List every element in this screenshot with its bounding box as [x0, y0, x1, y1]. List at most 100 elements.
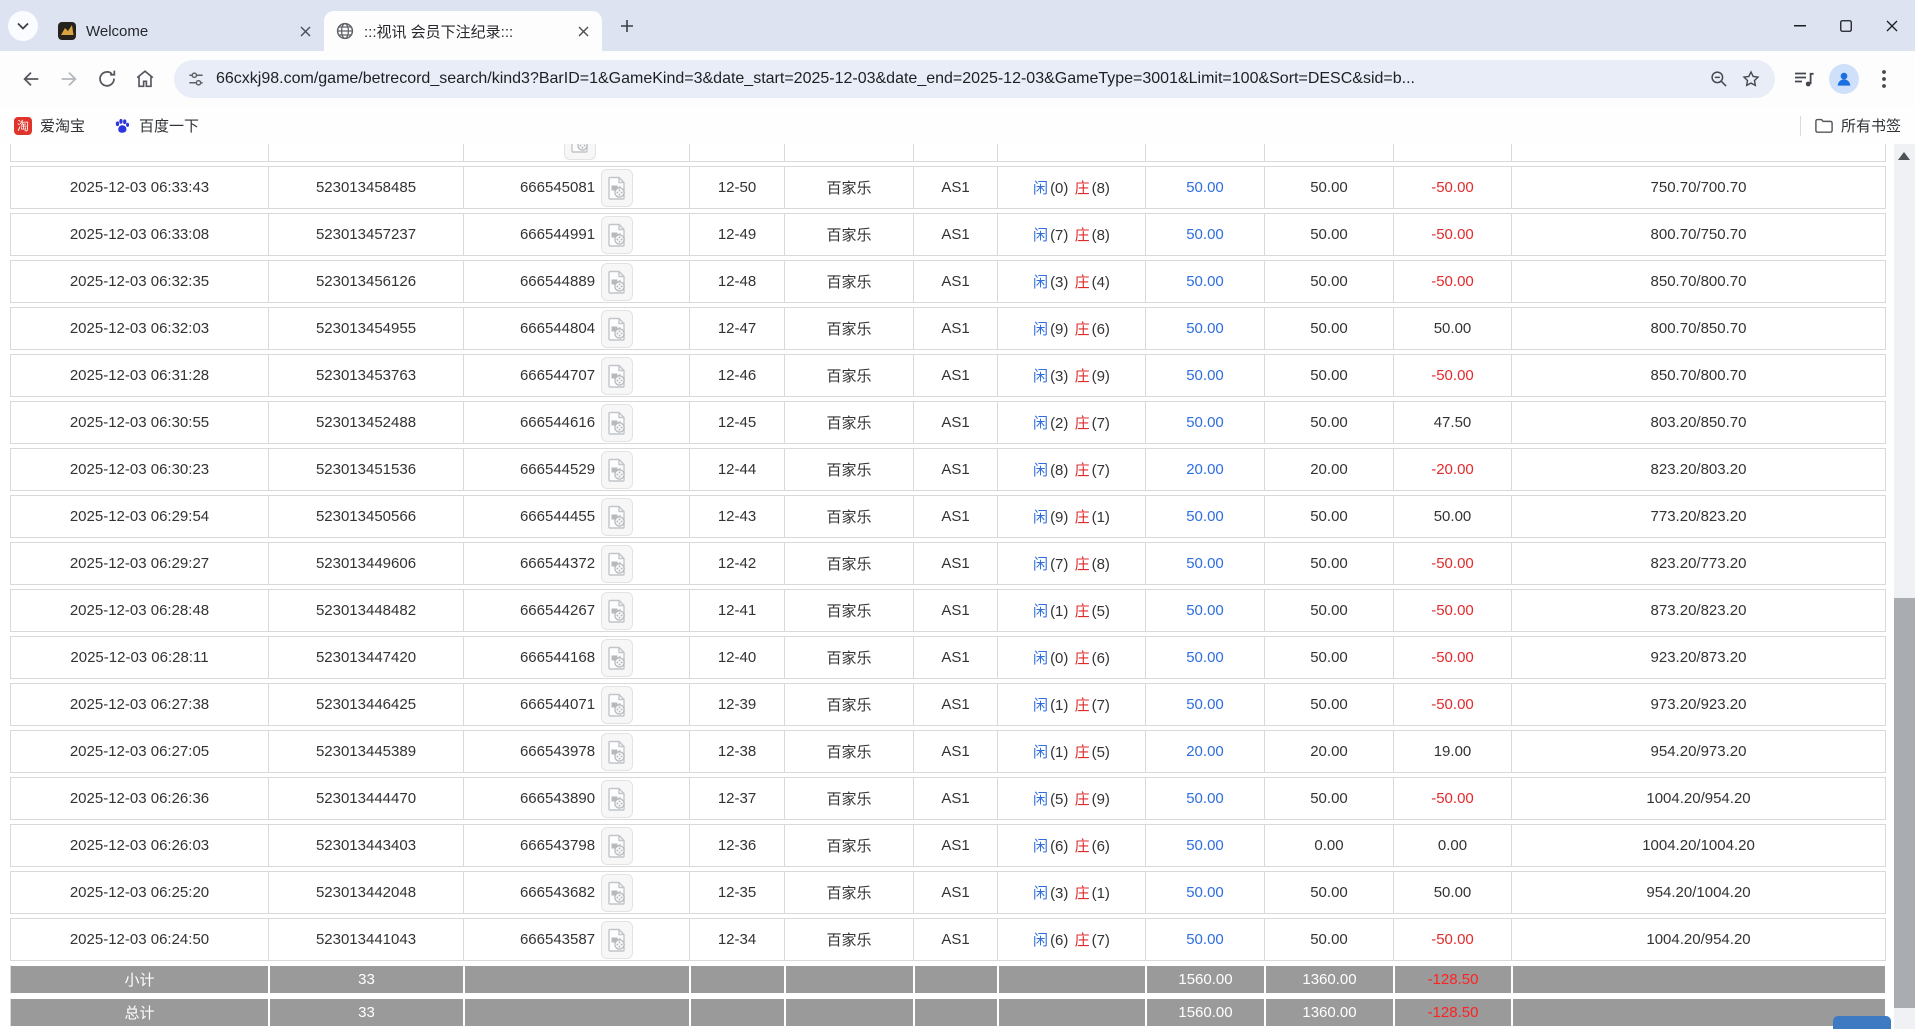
reload-button[interactable]: [88, 60, 126, 98]
cell-bet-amount[interactable]: 50.00: [1146, 307, 1265, 350]
cell-bet-amount[interactable]: 50.00: [1146, 166, 1265, 209]
cell-bet-amount[interactable]: 50.00: [1146, 213, 1265, 256]
video-record-button[interactable]: [601, 921, 633, 959]
video-record-button[interactable]: [601, 592, 633, 630]
video-record-button[interactable]: [564, 144, 596, 160]
tab-close-icon[interactable]: [572, 20, 594, 42]
cell-bet-amount[interactable]: 50.00: [1146, 354, 1265, 397]
video-record-button[interactable]: [601, 357, 633, 395]
video-record-button[interactable]: [601, 545, 633, 583]
url-text[interactable]: 66cxkj98.com/game/betrecord_search/kind3…: [216, 70, 1693, 88]
minimize-button[interactable]: [1777, 0, 1823, 51]
new-tab-button[interactable]: [612, 11, 642, 41]
cell-account: 666544168: [464, 636, 690, 679]
account-number: 666544889: [520, 272, 595, 289]
scrollbar-thumb[interactable]: [1894, 598, 1915, 1008]
bookmark-taobao[interactable]: 淘 爱淘宝: [14, 115, 85, 136]
video-record-button[interactable]: [601, 686, 633, 724]
video-record-button[interactable]: [601, 874, 633, 912]
player-points: (9): [1050, 509, 1068, 526]
account-number: 666544991: [520, 225, 595, 242]
cell-bet-amount[interactable]: 50.00: [1146, 260, 1265, 303]
cell-bet-content: 闲(0) 庄(6): [998, 636, 1146, 679]
video-record-button[interactable]: [601, 827, 633, 865]
profile-avatar[interactable]: [1829, 64, 1859, 94]
cell-bet-amount[interactable]: 50.00: [1146, 636, 1265, 679]
scrollbar-up-arrow-icon[interactable]: [1898, 152, 1910, 160]
page-scrollbar[interactable]: [1894, 144, 1915, 1029]
cell-balance: 803.20/850.70: [1512, 401, 1886, 444]
cell-bet-amount[interactable]: 50.00: [1146, 495, 1265, 538]
subtotal-valid-amount: 1360.00: [1265, 965, 1394, 994]
cell-win-loss: -20.00: [1394, 448, 1512, 491]
cell-bet-amount[interactable]: 50.00: [1146, 918, 1265, 961]
cell-account: 666543798: [464, 824, 690, 867]
cell-win-loss: 47.50: [1394, 401, 1512, 444]
tab-welcome[interactable]: Welcome: [46, 11, 324, 51]
tab-search-button[interactable]: [8, 11, 38, 41]
cell-round: 12-46: [690, 354, 785, 397]
cell-bet-amount[interactable]: 20.00: [1146, 730, 1265, 773]
total-valid-amount: 1360.00: [1265, 998, 1394, 1027]
cell-table: AS1: [914, 260, 998, 303]
cell-balance: 750.70/700.70: [1512, 166, 1886, 209]
maximize-button[interactable]: [1823, 0, 1869, 51]
cell-bet-content: 闲(7) 庄(8): [998, 213, 1146, 256]
chevron-down-icon: [17, 22, 29, 30]
media-controls-button[interactable]: [1785, 60, 1823, 98]
banker-label: 庄: [1075, 368, 1090, 385]
video-record-button[interactable]: [601, 404, 633, 442]
video-record-button[interactable]: [601, 169, 633, 207]
all-bookmarks-button[interactable]: 所有书签: [1815, 115, 1901, 136]
cell-account: 666544707: [464, 354, 690, 397]
cell-bet-amount[interactable]: [1146, 144, 1265, 162]
cell-win-loss: 0.00: [1394, 824, 1512, 867]
account-number: 666544707: [520, 366, 595, 383]
tab-close-icon[interactable]: [294, 20, 316, 42]
banker-label: 庄: [1075, 509, 1090, 526]
address-bar[interactable]: 66cxkj98.com/game/betrecord_search/kind3…: [174, 60, 1775, 98]
cell-bet-amount[interactable]: 50.00: [1146, 871, 1265, 914]
cell-bet-amount[interactable]: 20.00: [1146, 448, 1265, 491]
cell-bet-amount[interactable]: 50.00: [1146, 589, 1265, 632]
bookmark-star-button[interactable]: [1735, 63, 1767, 95]
video-record-button[interactable]: [601, 451, 633, 489]
video-record-icon: [607, 364, 627, 388]
cell-bet-id: 523013444470: [269, 777, 464, 820]
cell-account: 666543682: [464, 871, 690, 914]
video-record-button[interactable]: [601, 216, 633, 254]
maximize-icon: [1840, 20, 1852, 32]
video-record-button[interactable]: [601, 263, 633, 301]
cell-account: 666543978: [464, 730, 690, 773]
cell-game: 百家乐: [785, 260, 914, 303]
account-number: 666544372: [520, 554, 595, 571]
zoom-button[interactable]: [1703, 63, 1735, 95]
forward-button[interactable]: [50, 60, 88, 98]
video-record-button[interactable]: [601, 639, 633, 677]
cell-bet-amount[interactable]: 50.00: [1146, 777, 1265, 820]
cell-bet-amount[interactable]: 50.00: [1146, 824, 1265, 867]
video-record-button[interactable]: [601, 733, 633, 771]
cell-bet-amount[interactable]: 50.00: [1146, 542, 1265, 585]
bottom-right-blue-button[interactable]: [1833, 1016, 1891, 1029]
total-label: 总计: [10, 998, 269, 1027]
video-record-button[interactable]: [601, 780, 633, 818]
browser-menu-button[interactable]: [1865, 60, 1903, 98]
cell-table: AS1: [914, 354, 998, 397]
video-record-button[interactable]: [601, 498, 633, 536]
video-record-button[interactable]: [601, 310, 633, 348]
cell-game: 百家乐: [785, 542, 914, 585]
tab-bet-record[interactable]: :::视讯 会员下注纪录:::: [324, 11, 602, 51]
back-button[interactable]: [12, 60, 50, 98]
home-button[interactable]: [126, 60, 164, 98]
player-points: (1): [1050, 603, 1068, 620]
close-window-button[interactable]: [1869, 0, 1915, 51]
banker-label: 庄: [1075, 932, 1090, 949]
cell-valid-amount: 50.00: [1265, 495, 1394, 538]
cell-bet-id: 523013458485: [269, 166, 464, 209]
cell-bet-amount[interactable]: 50.00: [1146, 401, 1265, 444]
cell-game: 百家乐: [785, 824, 914, 867]
bookmark-baidu[interactable]: 百度一下: [113, 115, 199, 136]
cell-bet-amount[interactable]: 50.00: [1146, 683, 1265, 726]
table-summary: 小计 33 1560.00 1360.00 -128.50 总计 33 1560…: [10, 965, 1886, 1027]
